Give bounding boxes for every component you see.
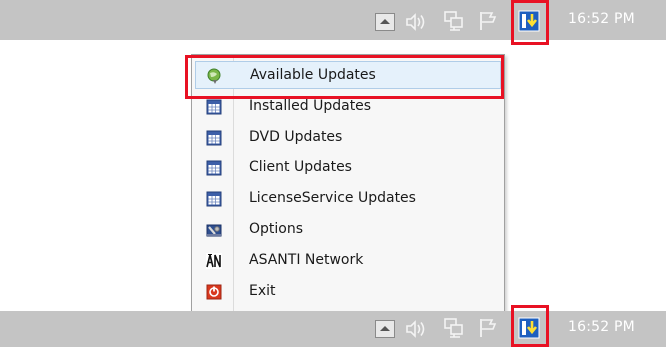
options-icon [206, 224, 222, 237]
volume-button[interactable] [405, 319, 427, 339]
menu-item-label: ASANTI Network [249, 252, 364, 268]
menu-item-options[interactable]: Options [195, 216, 501, 244]
asanti-logo-icon [206, 253, 222, 269]
chevron-up-icon [375, 320, 395, 338]
calendar-grid-icon [206, 160, 222, 176]
update-agent-tray-button[interactable] [518, 317, 540, 339]
calendar-grid-icon [206, 99, 222, 115]
menu-item-licenseservice-updates[interactable]: LicenseService Updates [195, 185, 501, 213]
update-agent-icon [518, 317, 540, 339]
clock[interactable]: 16:52 PM [568, 11, 635, 27]
menu-item-client-updates[interactable]: Client Updates [195, 154, 501, 182]
menu-item-label: Options [249, 221, 304, 237]
calendar-grid-icon [206, 191, 222, 207]
menu-item-label: DVD Updates [249, 129, 343, 145]
network-button[interactable] [443, 10, 465, 32]
globe-update-icon [207, 68, 221, 84]
menu-item-installed-updates[interactable]: Installed Updates [195, 93, 501, 121]
menu-item-label: Exit [249, 283, 276, 299]
speaker-icon [406, 320, 425, 338]
calendar-grid-icon [206, 130, 222, 146]
action-center-button[interactable] [478, 11, 500, 31]
taskbar-top: 16:52 PM [0, 0, 666, 40]
update-agent-icon [518, 10, 540, 32]
menu-item-dvd-updates[interactable]: DVD Updates [195, 124, 501, 152]
menu-item-label: Available Updates [250, 67, 376, 83]
menu-item-available-updates[interactable]: Available Updates [195, 61, 501, 89]
update-context-menu: Available Updates Installed Updates DVD … [191, 54, 505, 312]
volume-button[interactable] [405, 12, 427, 32]
menu-item-label: Client Updates [249, 159, 352, 175]
flag-icon [480, 12, 497, 30]
network-icon [444, 318, 463, 338]
action-center-button[interactable] [478, 318, 500, 338]
network-button[interactable] [443, 317, 465, 339]
menu-item-exit[interactable]: Exit [195, 278, 501, 306]
flag-icon [480, 319, 497, 337]
speaker-icon [406, 13, 425, 31]
menu-item-label: Installed Updates [249, 98, 372, 114]
taskbar-bottom: 16:52 PM [0, 311, 666, 347]
menu-item-label: LicenseService Updates [249, 190, 416, 206]
menu-item-asanti-network[interactable]: ASANTI Network [195, 247, 501, 275]
network-icon [444, 11, 463, 31]
clock[interactable]: 16:52 PM [568, 319, 635, 335]
show-hidden-icons-button[interactable] [375, 13, 395, 31]
exit-icon [206, 284, 222, 300]
show-hidden-icons-button[interactable] [375, 320, 395, 338]
chevron-up-icon [375, 13, 395, 31]
update-agent-tray-button[interactable] [518, 10, 540, 32]
